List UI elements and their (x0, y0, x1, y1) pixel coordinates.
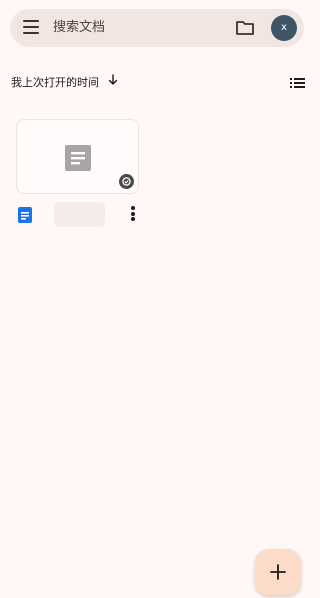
more-vertical-icon[interactable] (130, 206, 136, 224)
document-card[interactable] (16, 119, 139, 229)
google-docs-icon (18, 207, 32, 223)
folder-icon[interactable] (235, 19, 255, 37)
document-placeholder-icon (65, 145, 91, 171)
sort-label: 我上次打开的时间 (11, 76, 99, 89)
account-avatar[interactable]: x (271, 15, 297, 41)
new-document-button[interactable] (255, 549, 301, 595)
offline-sync-icon (119, 174, 134, 189)
menu-icon[interactable] (23, 20, 41, 36)
list-view-icon[interactable] (290, 74, 305, 88)
document-title (54, 202, 105, 227)
docs-home-screen: 搜索文档 x 我上次打开的时间 (0, 0, 316, 598)
plus-icon (270, 564, 286, 580)
document-thumbnail[interactable] (16, 119, 139, 194)
search-bar[interactable]: 搜索文档 x (10, 9, 304, 47)
arrow-down-icon (108, 74, 118, 85)
search-placeholder[interactable]: 搜索文档 (53, 19, 105, 37)
sort-selector[interactable]: 我上次打开的时间 (11, 71, 118, 89)
